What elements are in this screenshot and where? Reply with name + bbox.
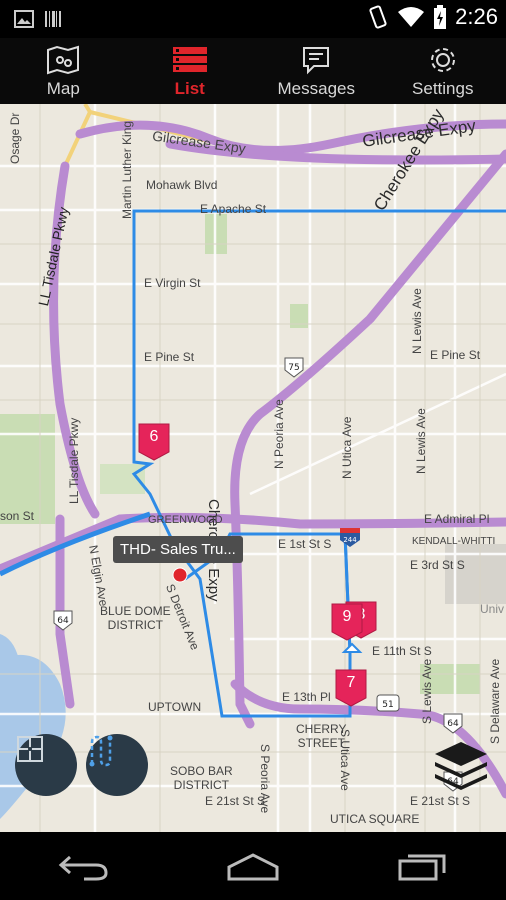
svg-text:64: 64 (57, 616, 69, 626)
message-icon (303, 47, 330, 75)
label-pine-east: E Pine St (430, 348, 481, 362)
list-icon (172, 47, 207, 72)
map-icon (47, 45, 80, 75)
back-icon[interactable] (58, 851, 110, 881)
vibrate-icon (369, 5, 387, 29)
label-tisdale-2: LL Tisdale Pkwy (67, 417, 81, 504)
vehicle-tooltip[interactable]: THD- Sales Tru... (113, 536, 243, 563)
stop-pin-9[interactable]: 9 (331, 602, 363, 642)
label-son-st: son St (0, 509, 35, 523)
clock: 2:26 (455, 4, 498, 29)
label-delaware: S Delaware Ave (488, 658, 502, 744)
wifi-icon (398, 7, 425, 27)
battery-icon (434, 5, 447, 29)
shield-244: 244 (340, 528, 360, 547)
shield-64-left: 64 (53, 610, 73, 631)
label-univ: Univ (480, 602, 505, 616)
label-virgin: E Virgin St (144, 276, 201, 290)
svg-text:75: 75 (288, 363, 299, 373)
tab-messages[interactable]: Messages (253, 38, 380, 104)
label-uptown: UPTOWN (148, 700, 202, 714)
tab-list[interactable]: List (127, 38, 254, 104)
label-apache: E Apache St (200, 202, 267, 216)
image-icon (14, 10, 34, 28)
crosshair-icon (17, 736, 43, 762)
tab-map[interactable]: Map (0, 38, 127, 104)
layers-button[interactable] (432, 740, 490, 794)
system-nav-bar (0, 832, 506, 900)
label-admiral: E Admiral Pl (424, 512, 490, 526)
route-button[interactable] (86, 734, 148, 796)
gear-icon (430, 48, 455, 72)
route-icon (89, 735, 113, 767)
shield-75: 75 (284, 357, 304, 378)
label-lewis-north-2: N Lewis Ave (414, 408, 428, 474)
label-utica-square: UTICA SQUARE (330, 812, 420, 826)
label-lewis-south: S Lewis Ave (420, 658, 434, 724)
map-view[interactable]: 75 244 64 51 64 64 Gilcrease Expy Gilcre… (0, 104, 506, 832)
label-pine-west: E Pine St (144, 350, 195, 364)
label-blue-dome: BLUE DOME DISTRICT (100, 604, 171, 632)
label-3rd: E 3rd St S (410, 558, 465, 572)
shield-51: 51 (376, 694, 400, 712)
stop-pin-7[interactable]: 7 (335, 668, 367, 708)
tab-list-label: List (174, 79, 205, 98)
tab-settings[interactable]: Settings (380, 38, 506, 104)
label-mohawk: Mohawk Blvd (146, 178, 218, 192)
label-21st-west: E 21st St S (205, 794, 266, 808)
tab-messages-label: Messages (277, 79, 355, 98)
svg-text:64: 64 (447, 719, 459, 729)
label-sobo: SOBO BAR DISTRICT (170, 764, 233, 792)
label-11th: E 11th St S (372, 644, 432, 658)
svg-text:51: 51 (382, 700, 393, 710)
tab-settings-label: Settings (412, 79, 474, 98)
layers-icon (435, 742, 487, 790)
label-utica-north: N Utica Ave (340, 416, 354, 479)
home-icon[interactable] (225, 851, 281, 881)
status-bar: 2:26 (0, 0, 506, 38)
svg-text:244: 244 (343, 536, 357, 544)
label-greenwood: GREENWOOD (148, 514, 223, 526)
tab-map-label: Map (46, 79, 80, 98)
label-peoria-south: S Peoria Ave (258, 744, 272, 814)
tab-bar: Map List Messages Settings (0, 38, 506, 104)
label-13th: E 13th Pl (282, 690, 331, 704)
label-1st: E 1st St S (278, 537, 332, 551)
label-21st-east: E 21st St S (410, 794, 471, 808)
label-osage: Osage Dr (8, 112, 22, 164)
stop-pin-6[interactable]: 6 (138, 422, 170, 462)
shield-64-right: 64 (443, 713, 463, 734)
label-peoria-north: N Peoria Ave (272, 399, 286, 469)
recents-icon[interactable] (396, 851, 448, 881)
barcode-icon (45, 11, 61, 27)
label-lewis-north-1: N Lewis Ave (410, 288, 424, 354)
recenter-button[interactable] (15, 734, 77, 796)
label-mlk: Martin Luther King (120, 120, 134, 219)
label-kendall: KENDALL-WHITTI (412, 536, 496, 547)
label-utica-south: S Utica Ave (338, 729, 352, 791)
